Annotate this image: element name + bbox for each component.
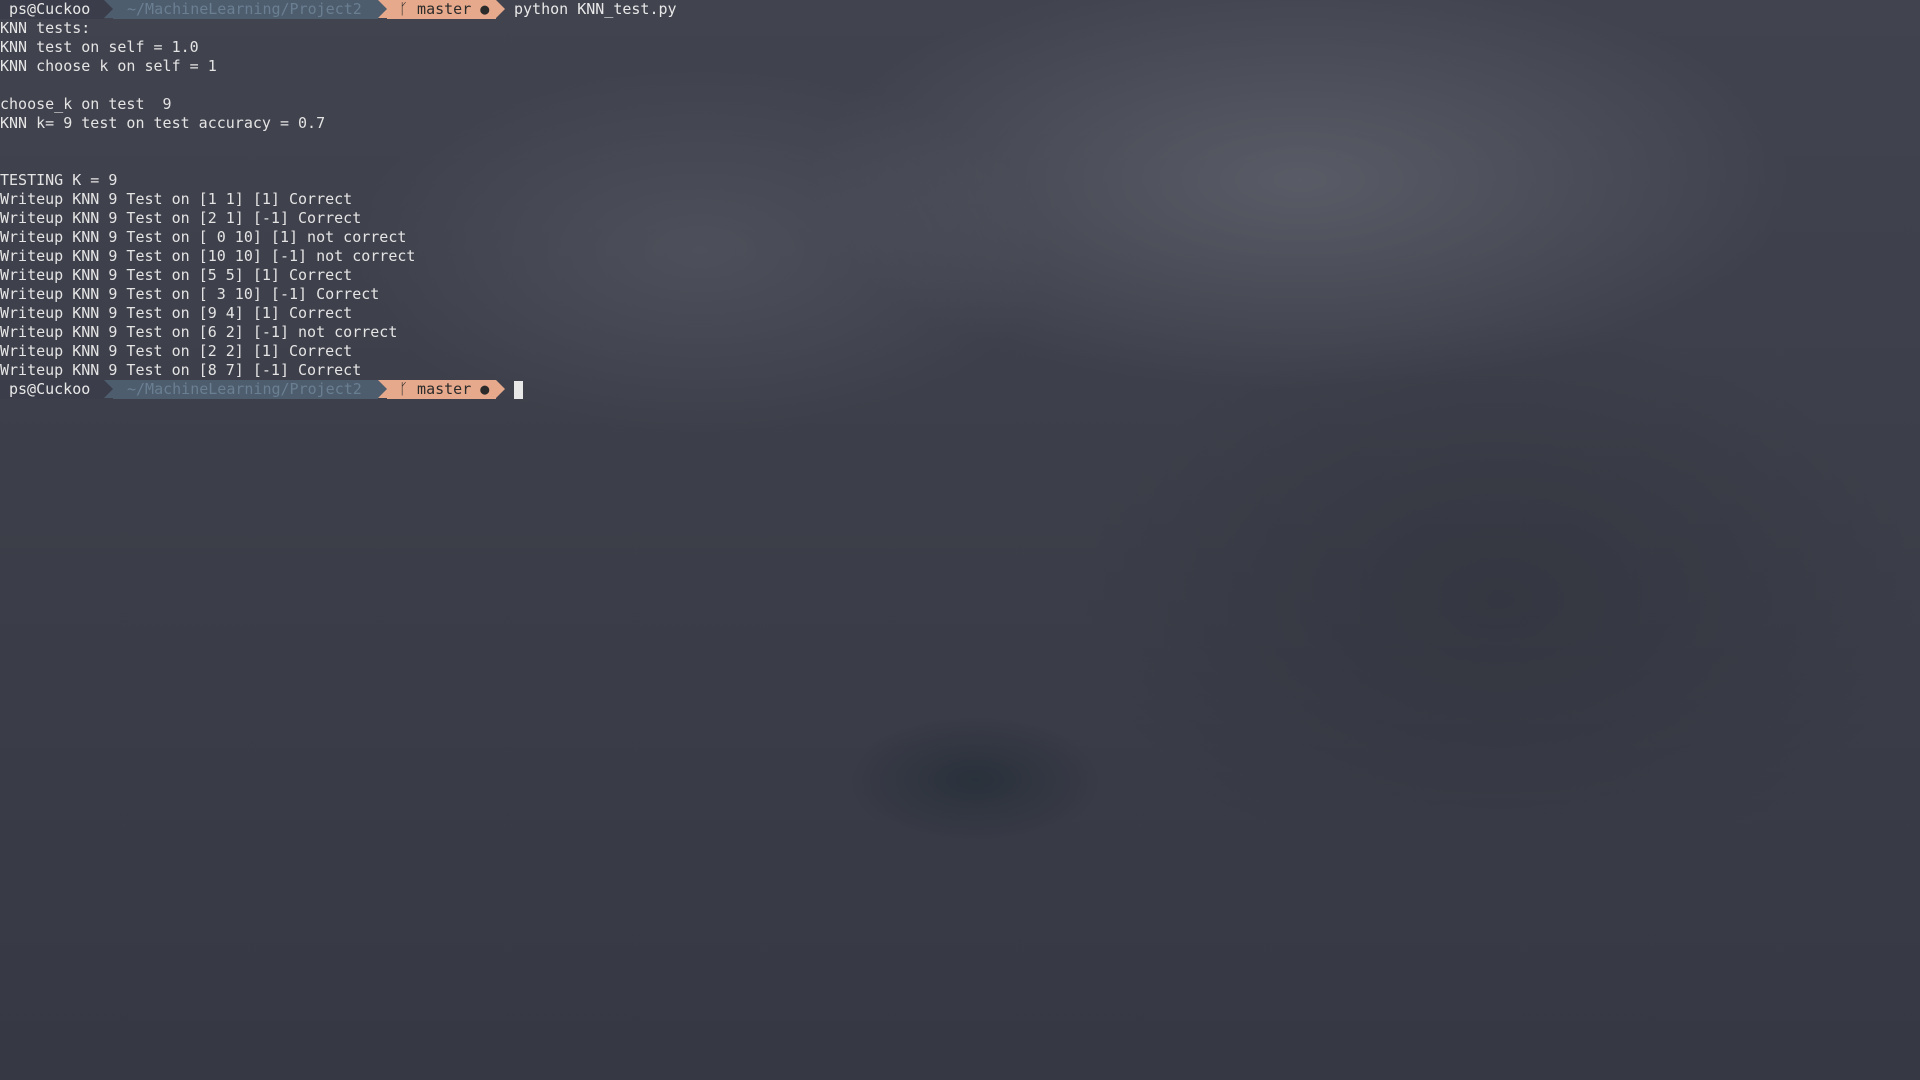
shell-prompt: ps@Cuckoo ~/MachineLearning/Project2 ᚴ m… (0, 0, 1920, 19)
prompt-path: ~/MachineLearning/Project2 (113, 0, 378, 19)
prompt-separator-icon (496, 0, 505, 18)
command-text: python KNN_test.py (514, 0, 677, 18)
git-dirty-icon: ● (480, 0, 490, 18)
terminal-window[interactable]: ps@Cuckoo ~/MachineLearning/Project2 ᚴ m… (0, 0, 1920, 1080)
git-branch-icon: ᚴ (399, 380, 409, 398)
prompt-git-segment: ᚴ master ● (387, 0, 496, 19)
output-line: Writeup KNN 9 Test on [10 10] [-1] not c… (0, 247, 416, 265)
output-line: KNN tests: (0, 19, 91, 37)
output-line: Writeup KNN 9 Test on [2 2] [1] Correct (0, 342, 353, 360)
output-line: Writeup KNN 9 Test on [8 7] [-1] Correct (0, 361, 362, 379)
prompt-separator-icon (378, 0, 387, 18)
prompt-path: ~/MachineLearning/Project2 (113, 380, 378, 399)
output-line: KNN test on self = 1.0 (0, 38, 199, 56)
output-line: Writeup KNN 9 Test on [5 5] [1] Correct (0, 266, 353, 284)
prompt-git-segment: ᚴ master ● (387, 380, 496, 399)
output-line: Writeup KNN 9 Test on [6 2] [-1] not cor… (0, 323, 398, 341)
shell-prompt-current[interactable]: ps@Cuckoo ~/MachineLearning/Project2 ᚴ m… (0, 380, 1920, 399)
output-line: Writeup KNN 9 Test on [ 3 10] [-1] Corre… (0, 285, 380, 303)
output-line: KNN choose k on self = 1 (0, 57, 217, 75)
command-output: KNN tests: KNN test on self = 1.0 KNN choo… (0, 19, 1920, 380)
git-branch-name: master (417, 0, 472, 18)
output-line: Writeup KNN 9 Test on [ 0 10] [1] not co… (0, 228, 407, 246)
output-line: choose_k on test 9 (0, 95, 172, 113)
prompt-user-host: ps@Cuckoo (0, 380, 104, 399)
git-branch-name: master (417, 380, 472, 398)
prompt-separator-icon (496, 380, 505, 398)
output-line: Writeup KNN 9 Test on [1 1] [1] Correct (0, 190, 353, 208)
prompt-user-host: ps@Cuckoo (0, 0, 104, 19)
git-branch-icon: ᚴ (399, 0, 409, 18)
output-line: Writeup KNN 9 Test on [9 4] [1] Correct (0, 304, 353, 322)
output-line: KNN k= 9 test on test accuracy = 0.7 (0, 114, 326, 132)
output-line: Writeup KNN 9 Test on [2 1] [-1] Correct (0, 209, 362, 227)
terminal-cursor[interactable] (514, 381, 523, 399)
git-dirty-icon: ● (480, 380, 490, 398)
output-line: TESTING K = 9 (0, 171, 118, 189)
prompt-separator-icon (104, 380, 113, 398)
prompt-separator-icon (104, 0, 113, 18)
prompt-separator-icon (378, 380, 387, 398)
